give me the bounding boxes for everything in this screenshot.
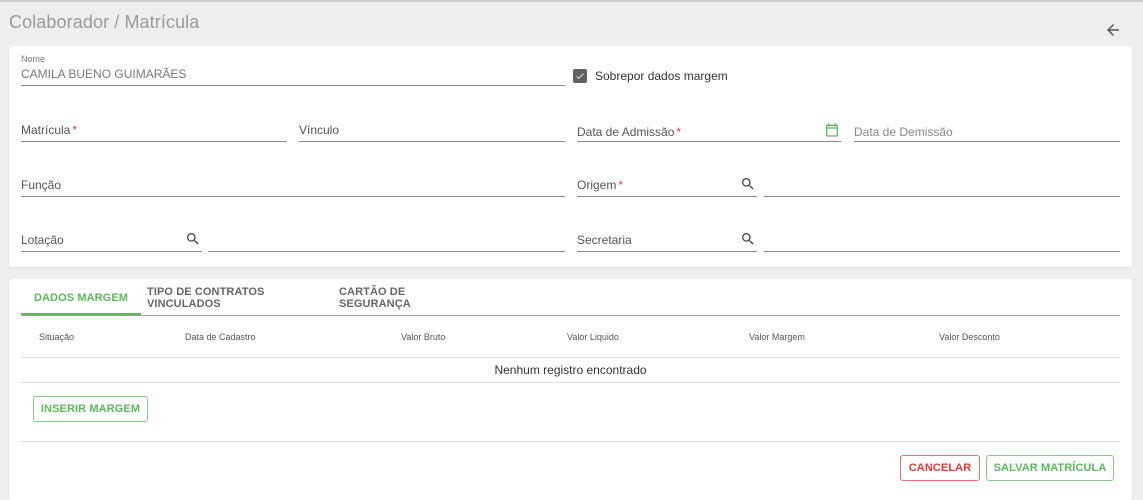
data-admissao-input[interactable]: Data de Admissão * xyxy=(577,116,841,142)
back-button[interactable] xyxy=(1104,21,1122,39)
sobrepor-checkbox[interactable]: Sobrepor dados margem xyxy=(573,68,728,84)
table-header: Situação Data de Cadastro Valor Bruto Va… xyxy=(21,316,1120,358)
checkbox-checked-icon xyxy=(573,69,587,83)
data-demissao-input[interactable]: Data de Demissão xyxy=(854,116,1120,142)
column-header: Valor Bruto xyxy=(401,332,446,342)
origem-description-field xyxy=(764,171,1120,197)
data-demissao-label: Data de Demissão xyxy=(854,125,953,139)
arrow-left-icon xyxy=(1107,24,1119,36)
column-header: Valor Desconto xyxy=(939,332,1000,342)
nome-label: Nome xyxy=(21,54,46,64)
lotacao-input[interactable]: Lotação xyxy=(21,226,202,252)
cancel-button[interactable]: CANCELAR xyxy=(900,455,980,481)
required-mark: * xyxy=(72,123,78,137)
lotacao-description-field xyxy=(208,226,565,252)
top-border xyxy=(0,0,1143,2)
required-mark: * xyxy=(676,125,682,139)
search-icon[interactable] xyxy=(740,231,756,247)
matricula-label: Matrícula * xyxy=(21,123,78,137)
lotacao-label: Lotação xyxy=(21,233,64,247)
page-title: Colaborador / Matrícula xyxy=(9,12,200,32)
column-header: Data de Cadastro xyxy=(185,332,256,342)
secretaria-description-field xyxy=(764,226,1120,252)
tab-tipo-contratos[interactable]: TIPO DE CONTRATOS VINCULADOS xyxy=(147,279,329,316)
secretaria-input[interactable]: Secretaria xyxy=(577,226,757,252)
origem-label: Origem * xyxy=(577,178,624,192)
nome-value: CAMILA BUENO GUIMARÃES xyxy=(21,67,187,81)
calendar-icon[interactable] xyxy=(824,122,840,138)
active-tab-indicator xyxy=(21,313,141,315)
origem-input[interactable]: Origem * xyxy=(577,171,757,197)
tab-cartao-seguranca[interactable]: CARTÃO DE SEGURANÇA xyxy=(339,279,471,316)
matricula-input[interactable]: Matrícula * xyxy=(21,116,287,142)
vinculo-input[interactable]: Vínculo xyxy=(299,116,565,142)
search-icon[interactable] xyxy=(740,176,756,192)
tab-dados-margem[interactable]: DADOS MARGEM xyxy=(21,279,141,316)
footer-divider xyxy=(21,441,1120,442)
column-header: Situação xyxy=(39,332,75,342)
sobrepor-label: Sobrepor dados margem xyxy=(595,69,728,83)
search-icon[interactable] xyxy=(185,231,201,247)
secretaria-label: Secretaria xyxy=(577,233,632,247)
column-header: Valor Liquido xyxy=(567,332,619,342)
funcao-label: Função xyxy=(21,178,62,192)
tabs-card: DADOS MARGEM TIPO DE CONTRATOS VINCULADO… xyxy=(9,279,1132,500)
save-matricula-button[interactable]: SALVAR MATRÍCULA xyxy=(986,455,1114,481)
inserir-margem-button[interactable]: INSERIR MARGEM xyxy=(33,396,148,422)
nome-field: Nome CAMILA BUENO GUIMARÃES xyxy=(21,54,565,86)
funcao-input[interactable]: Função xyxy=(21,171,565,197)
form-card: Nome CAMILA BUENO GUIMARÃES Sobrepor dad… xyxy=(9,46,1132,267)
empty-table-message: Nenhum registro encontrado xyxy=(21,358,1120,383)
vinculo-label: Vínculo xyxy=(299,123,340,137)
required-mark: * xyxy=(618,178,624,192)
data-admissao-label: Data de Admissão * xyxy=(577,125,682,139)
column-header: Valor Margem xyxy=(749,332,805,342)
